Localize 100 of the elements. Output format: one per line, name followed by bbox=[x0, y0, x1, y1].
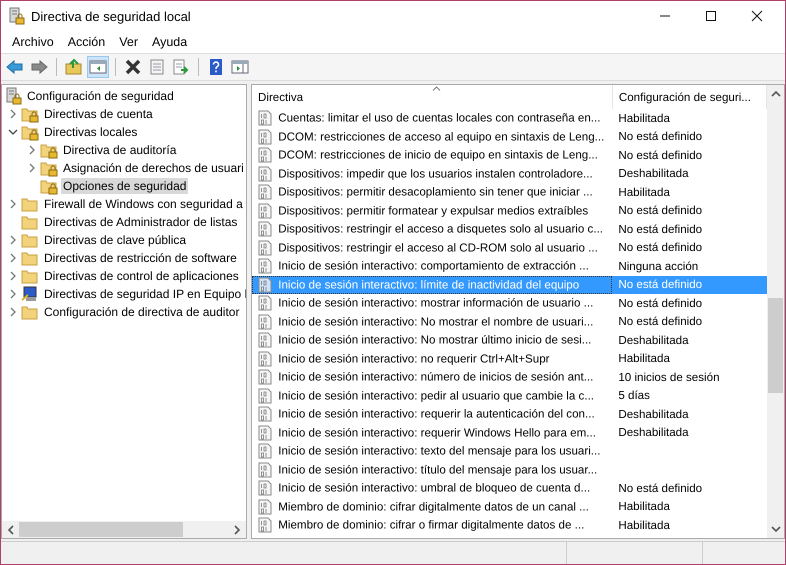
folder-lock-icon bbox=[21, 106, 39, 122]
policy-setting: Deshabilitada bbox=[618, 426, 689, 440]
table-row[interactable]: Miembro de dominio: cifrar o firmar digitalmente datos de ... Habilitada bbox=[252, 516, 766, 534]
policy-setting: Habilitada bbox=[618, 352, 670, 366]
chevron-down-icon[interactable] bbox=[770, 525, 780, 533]
table-row[interactable]: DCOM: restricciones de acceso al equipo en sintaxis de Leng... No está definido bbox=[252, 128, 766, 146]
tree-item[interactable]: Directivas de restricción de software bbox=[42, 250, 239, 266]
chevron-right-icon[interactable] bbox=[8, 289, 18, 299]
policy-name: Inicio de sesión interactivo: umbral de bloqueo de cuenta d... bbox=[278, 482, 590, 495]
horizontal-scrollbar[interactable] bbox=[2, 521, 246, 538]
table-row[interactable]: Miembro de dominio: cifrar digitalmente datos de un canal ... Habilitada bbox=[252, 498, 766, 516]
menu-item[interactable]: Acción bbox=[60, 33, 112, 51]
table-row[interactable]: Inicio de sesión interactivo: número de inicios de sesión ant... 10 inicios de sesión bbox=[252, 368, 766, 386]
table-row[interactable]: Inicio de sesión interactivo: No mostrar el nombre de usuari... No está definido bbox=[252, 312, 766, 331]
folder-lock-icon bbox=[21, 124, 39, 140]
table-row[interactable]: DCOM: restricciones de inicio de equipo en sintaxis de Leng... No está definido bbox=[252, 146, 766, 164]
table-row[interactable]: Dispositivos: impedir que los usuarios instalen controladore... Deshabilitada bbox=[252, 164, 766, 183]
policy-icon bbox=[258, 184, 272, 200]
table-row[interactable]: Inicio de sesión interactivo: no requerir Ctrl+Alt+Supr Habilitada bbox=[252, 350, 766, 368]
policy-icon bbox=[258, 388, 272, 404]
folder-lock-icon bbox=[40, 142, 58, 158]
table-row[interactable]: Inicio de sesión interactivo: título del mensaje para los usuar... bbox=[252, 460, 766, 479]
folder-icon bbox=[21, 232, 39, 248]
policy-name: Inicio de sesión interactivo: mostrar información de usuario ... bbox=[278, 296, 594, 310]
policy-setting: Habilitada bbox=[618, 186, 670, 199]
chevron-right-icon[interactable] bbox=[8, 235, 18, 245]
policy-icon bbox=[258, 462, 272, 478]
chevron-down-icon[interactable] bbox=[8, 128, 18, 136]
policy-setting: Habilitada bbox=[618, 112, 670, 125]
policy-icon bbox=[258, 443, 272, 460]
chevron-right-icon[interactable] bbox=[8, 307, 18, 317]
tree-item[interactable]: Directivas de seguridad IP en Equipo l bbox=[42, 286, 246, 302]
policy-setting: 10 inicios de sesión bbox=[618, 370, 720, 384]
policy-icon bbox=[258, 202, 272, 219]
policy-setting: 5 días bbox=[618, 389, 650, 402]
tree-item[interactable]: Directivas de cuenta bbox=[42, 106, 155, 122]
menu-item[interactable]: Archivo bbox=[5, 33, 61, 51]
folder-icon bbox=[21, 196, 39, 212]
policy-icon bbox=[258, 498, 272, 515]
policy-setting: No está definido bbox=[618, 241, 702, 254]
policy-icon bbox=[258, 369, 272, 386]
policy-setting: No está definido bbox=[618, 278, 702, 292]
chevron-right-icon[interactable] bbox=[27, 145, 37, 155]
table-row[interactable]: Dispositivos: permitir formatear y expulsar medios extraíbles No está definido bbox=[252, 202, 766, 220]
policy-icon bbox=[258, 258, 272, 274]
policy-name: Inicio de sesión interactivo: título del mensaje para los usuar... bbox=[278, 463, 598, 476]
close-icon[interactable] bbox=[751, 10, 763, 22]
scroll-thumb[interactable] bbox=[19, 522, 183, 537]
tree-item[interactable]: Configuración de directiva de auditor bbox=[42, 304, 242, 320]
table-row[interactable]: Inicio de sesión interactivo: pedir al usuario que cambie la c... 5 días bbox=[252, 386, 766, 405]
tree-item[interactable]: Configuración de seguridad bbox=[25, 88, 176, 104]
chevron-right-icon[interactable] bbox=[8, 271, 18, 281]
table-row[interactable]: Inicio de sesión interactivo: No mostrar último inicio de sesi... Deshabilitada bbox=[252, 331, 766, 350]
chevron-left-icon[interactable] bbox=[7, 524, 15, 534]
policy-icon bbox=[258, 147, 272, 164]
chevron-up-icon[interactable] bbox=[770, 90, 780, 98]
policy-icon bbox=[258, 314, 272, 330]
chevron-right-icon[interactable] bbox=[8, 253, 18, 263]
table-row[interactable]: Inicio de sesión interactivo: requerir la autenticación del con... Deshabilitada bbox=[252, 405, 766, 424]
chevron-right-icon[interactable] bbox=[8, 109, 18, 119]
policy-icon bbox=[258, 166, 272, 182]
tree-item[interactable]: Opciones de seguridad bbox=[61, 178, 188, 194]
column-header[interactable]: Directiva bbox=[252, 85, 612, 109]
tree-item[interactable]: Asignación de derechos de usuari bbox=[61, 160, 246, 176]
tree-toggle-button[interactable] bbox=[87, 56, 109, 78]
policy-name: Inicio de sesión interactivo: requerir la autenticación del con... bbox=[278, 408, 595, 421]
policy-name: Inicio de sesión interactivo: límite de inactividad del equipo bbox=[278, 278, 580, 292]
chevron-right-icon[interactable] bbox=[8, 199, 18, 209]
vertical-scrollbar[interactable] bbox=[767, 85, 784, 538]
folder-icon bbox=[21, 268, 39, 284]
tree-item[interactable]: Directivas locales bbox=[42, 124, 140, 140]
menu-item[interactable]: Ayuda bbox=[144, 33, 194, 51]
table-row[interactable]: Dispositivos: restringir el acceso al CD-ROM solo al usuario ... No está definido bbox=[252, 238, 766, 257]
menu-item[interactable]: Ver bbox=[112, 33, 145, 51]
tree-item[interactable]: Directivas de Administrador de listas bbox=[42, 214, 240, 230]
policy-setting: No está definido bbox=[618, 315, 702, 328]
policy-setting: No está definido bbox=[618, 296, 702, 310]
table-row[interactable]: Inicio de sesión interactivo: umbral de bloqueo de cuenta d... No está definido bbox=[252, 479, 766, 498]
table-row[interactable]: Inicio de sesión interactivo: texto del mensaje para los usuari... bbox=[252, 442, 766, 460]
policy-setting: No está definido bbox=[618, 204, 702, 218]
policy-setting: No está definido bbox=[618, 148, 702, 162]
table-row[interactable]: Inicio de sesión interactivo: comportamiento de extracción ... Ninguna acción bbox=[252, 257, 766, 276]
table-row[interactable]: Cuentas: limitar el uso de cuentas locales con contraseña en... Habilitada bbox=[252, 109, 766, 128]
table-row[interactable]: Dispositivos: permitir desacoplamiento sin tener que iniciar ... Habilitada bbox=[252, 183, 766, 202]
chevron-right-icon[interactable] bbox=[27, 163, 37, 173]
maximize-icon[interactable] bbox=[705, 10, 717, 22]
policy-setting: Deshabilitada bbox=[618, 408, 689, 421]
policy-name: Inicio de sesión interactivo: pedir al usuario que cambie la c... bbox=[278, 389, 594, 402]
policy-setting: Deshabilitada bbox=[618, 167, 689, 180]
monitor-key-icon bbox=[21, 286, 39, 302]
policy-name: DCOM: restricciones de acceso al equipo en sintaxis de Leng... bbox=[278, 130, 604, 144]
table-row[interactable]: Dispositivos: restringir el acceso a disquetes solo al usuario c... No está definido bbox=[252, 220, 766, 238]
chevron-right-icon[interactable] bbox=[233, 524, 241, 534]
table-row[interactable]: Inicio de sesión interactivo: mostrar información de usuario ... No está definido bbox=[252, 294, 766, 312]
tree-item[interactable]: Directivas de clave pública bbox=[42, 232, 188, 248]
tree-item[interactable]: Firewall de Windows con seguridad a bbox=[42, 196, 245, 212]
tree-item[interactable]: Directivas de control de aplicaciones bbox=[42, 268, 241, 284]
scroll-thumb[interactable] bbox=[768, 298, 783, 393]
tree-item[interactable]: Directiva de auditoría bbox=[61, 142, 178, 158]
table-row[interactable]: Inicio de sesión interactivo: requerir Windows Hello para em... Deshabilitada bbox=[252, 424, 766, 442]
